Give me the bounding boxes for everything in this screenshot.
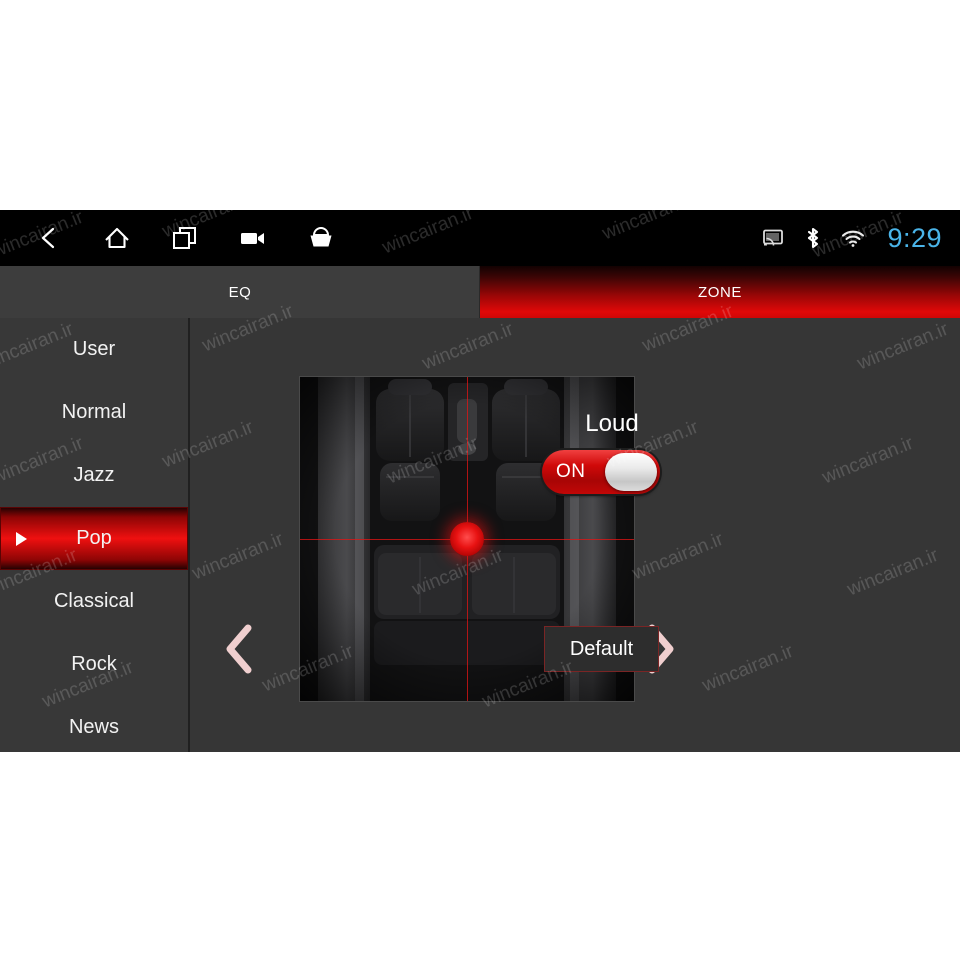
tab-zone[interactable]: ZONE (480, 266, 960, 318)
preset-label: Rock (71, 653, 117, 675)
preset-item-jazz[interactable]: Jazz (0, 444, 188, 507)
tab-eq[interactable]: EQ (0, 266, 480, 318)
preset-item-pop[interactable]: Pop (0, 507, 188, 570)
selection-triangle-icon (16, 531, 27, 546)
cast-icon[interactable] (761, 226, 785, 250)
zone-left-arrow[interactable] (224, 623, 254, 675)
status-bar: 9:29 (0, 210, 960, 266)
home-icon[interactable] (102, 223, 132, 253)
preset-item-classical[interactable]: Classical (0, 570, 188, 633)
preset-item-rock[interactable]: Rock (0, 633, 188, 696)
video-camera-icon[interactable] (238, 223, 268, 253)
recents-icon[interactable] (170, 223, 200, 253)
back-icon[interactable] (34, 223, 64, 253)
preset-item-news[interactable]: News (0, 696, 188, 752)
system-status-icons: 9:29 (761, 210, 942, 266)
preset-label: User (72, 338, 116, 360)
basket-icon[interactable] (306, 223, 336, 253)
default-button[interactable]: Default (544, 626, 659, 672)
preset-label: News (68, 716, 119, 738)
preset-item-normal[interactable]: Normal (0, 381, 188, 444)
zone-focus-point[interactable] (450, 522, 484, 556)
zone-settings-panel: Loud ON Default (520, 318, 772, 752)
tab-bar: EQ ZONE (0, 266, 960, 318)
wifi-icon[interactable] (841, 226, 865, 250)
preset-label: Jazz (73, 464, 115, 486)
preset-label: Normal (61, 401, 127, 423)
navigation-bar (34, 210, 336, 266)
preset-item-user[interactable]: User (0, 318, 188, 381)
preset-label: Pop (76, 527, 112, 549)
loudness-label: Loud (585, 410, 639, 437)
loudness-toggle[interactable]: ON (542, 450, 660, 494)
device-screen: 9:29 EQ ZONE User Normal Jazz Pop Classi… (0, 210, 960, 752)
toggle-knob[interactable] (605, 453, 657, 491)
status-clock: 9:29 (887, 222, 942, 253)
content-area: User Normal Jazz Pop Classical Rock News… (0, 318, 960, 752)
loudness-toggle-state: ON (556, 461, 586, 482)
eq-preset-list: User Normal Jazz Pop Classical Rock News (0, 318, 190, 752)
bluetooth-icon[interactable] (801, 226, 825, 250)
preset-label: Classical (53, 590, 135, 612)
